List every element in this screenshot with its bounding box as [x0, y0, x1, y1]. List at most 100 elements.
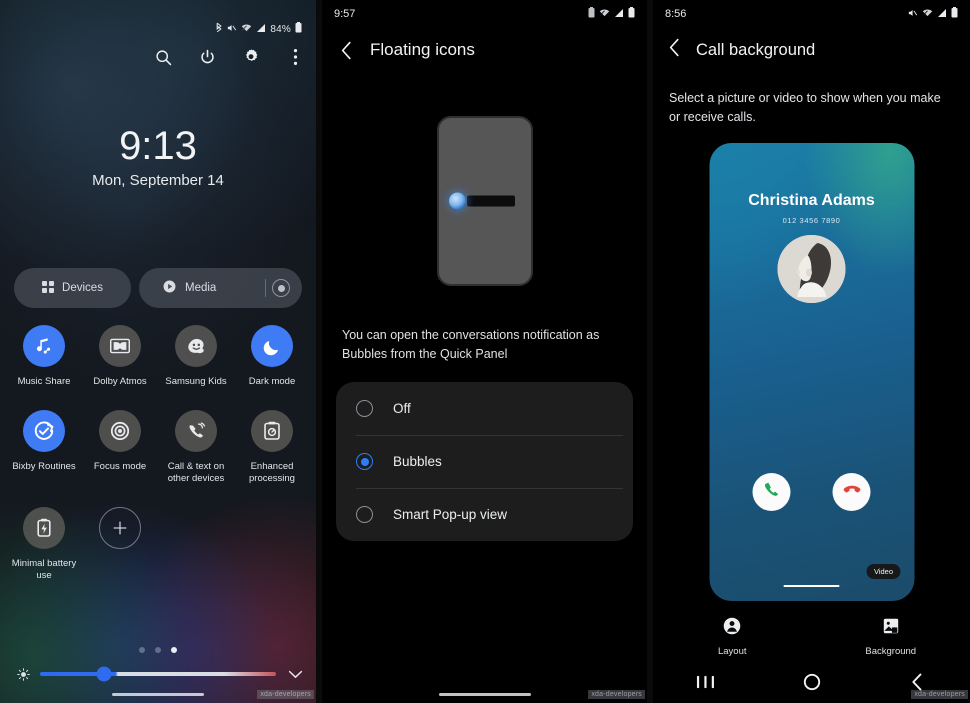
settings-icon[interactable] — [240, 46, 262, 68]
description-text: You can open the conversations notificat… — [342, 328, 600, 361]
app-bar: Floating icons — [322, 34, 647, 66]
recents-button[interactable] — [653, 674, 759, 690]
back-arrow-icon[interactable] — [338, 40, 354, 60]
call-action-buttons — [709, 473, 914, 511]
devices-pill[interactable]: Devices — [14, 268, 131, 308]
tile-music-share[interactable]: Music Share — [6, 325, 82, 388]
cast-icon[interactable] — [272, 279, 290, 297]
status-bar: 9:57 — [322, 0, 647, 28]
tile-dolby-atmos[interactable]: Dolby Atmos — [82, 325, 158, 388]
video-badge[interactable]: Video — [866, 564, 900, 579]
gesture-home-bar[interactable] — [112, 692, 204, 696]
tile-label: Bixby Routines — [12, 461, 76, 472]
media-pill[interactable]: Media — [139, 268, 302, 308]
options-card: Off Bubbles Smart Pop-up view — [336, 382, 633, 541]
tool-background[interactable]: Background — [812, 617, 970, 657]
pill-divider — [265, 279, 266, 297]
accept-call-icon — [762, 480, 781, 504]
tile-add[interactable] — [82, 507, 158, 582]
contact-avatar — [777, 235, 846, 303]
quick-panel-screen: 84% 9:13 Mon, September 14 Devices Media… — [0, 0, 316, 703]
option-label: Off — [393, 401, 411, 416]
tile-label: Dolby Atmos — [93, 376, 147, 387]
brightness-slider[interactable] — [40, 666, 276, 682]
power-icon[interactable] — [196, 46, 218, 68]
tile-minimal-battery-use[interactable]: Minimal battery use — [6, 507, 82, 582]
preview-home-bar — [783, 584, 840, 587]
back-nav-button[interactable] — [864, 673, 970, 691]
page-dot[interactable] — [139, 647, 145, 653]
page-dot-active[interactable] — [171, 647, 177, 653]
contact-number: 012 3456 7890 — [782, 216, 841, 225]
bluetooth-icon — [215, 22, 223, 36]
status-bar: 84% — [215, 22, 302, 36]
page-dot[interactable] — [155, 647, 161, 653]
tile-dark-mode[interactable]: Dark mode — [234, 325, 310, 388]
option-label: Smart Pop-up view — [393, 507, 508, 522]
date-label: Mon, September 14 — [92, 172, 224, 189]
status-icons — [588, 5, 635, 23]
tool-label: Layout — [717, 646, 747, 657]
wifi-icon — [241, 23, 252, 36]
tile-empty-b — [234, 507, 310, 582]
minimal-battery-icon — [23, 507, 65, 549]
home-button[interactable] — [759, 673, 865, 691]
search-icon[interactable] — [152, 46, 174, 68]
tile-focus-mode[interactable]: Focus mode — [82, 410, 158, 485]
devices-pill-label: Devices — [62, 282, 103, 294]
media-pill-label: Media — [185, 282, 217, 294]
call-background-screen: 8:56 Call background Select a picture or… — [653, 0, 970, 703]
enhanced-processing-icon — [251, 410, 293, 452]
battery-saver-icon — [588, 5, 595, 23]
tile-label: Focus mode — [93, 461, 147, 472]
devices-grid-icon — [42, 280, 55, 296]
moon-icon — [251, 325, 293, 367]
watermark: xda-developers — [588, 690, 645, 699]
accept-call-button[interactable] — [752, 473, 791, 511]
tile-call-text-other-devices[interactable]: Call & text on other devices — [158, 410, 234, 485]
brightness-icon — [16, 667, 30, 681]
description-text: Select a picture or video to show when y… — [669, 91, 941, 124]
battery-icon — [295, 22, 302, 36]
tile-enhanced-processing[interactable]: Enhanced processing — [234, 410, 310, 485]
wifi-icon — [599, 5, 610, 23]
option-off[interactable]: Off — [336, 382, 633, 435]
tile-row-2: Bixby Routines Focus mode Call & text on… — [6, 410, 310, 485]
tile-row-1: Music Share Dolby Atmos Samsung Kids Dar… — [6, 325, 310, 388]
more-icon[interactable] — [284, 46, 306, 68]
option-label: Bubbles — [393, 454, 442, 469]
tile-label: Minimal battery use — [11, 558, 77, 581]
decline-call-button[interactable] — [832, 473, 871, 511]
decline-call-icon — [842, 480, 861, 504]
tile-samsung-kids[interactable]: Samsung Kids — [158, 325, 234, 388]
status-bar: 8:56 — [653, 0, 970, 28]
tile-label: Dark mode — [248, 376, 296, 387]
radio-button[interactable] — [356, 400, 373, 417]
clock: 9:13 — [119, 124, 197, 168]
chevron-down-icon[interactable] — [286, 670, 304, 679]
radio-button-selected[interactable] — [356, 453, 373, 470]
option-smart-popup-view[interactable]: Smart Pop-up view — [336, 488, 633, 541]
call-background-preview[interactable]: Christina Adams 012 3456 7890 Video — [709, 143, 914, 601]
radio-button[interactable] — [356, 506, 373, 523]
brightness-knob[interactable] — [96, 666, 112, 682]
tile-label: Enhanced processing — [249, 461, 295, 484]
contact-name: Christina Adams — [748, 192, 875, 209]
signal-icon — [614, 5, 624, 23]
tile-label: Music Share — [17, 376, 71, 387]
tool-layout[interactable]: Layout — [653, 617, 812, 657]
option-bubbles[interactable]: Bubbles — [336, 435, 633, 488]
tile-label: Call & text on other devices — [167, 461, 225, 484]
quick-panel-pills: Devices Media — [14, 268, 302, 308]
dolby-atmos-icon — [99, 325, 141, 367]
status-icons — [908, 5, 958, 23]
gesture-home-bar[interactable] — [438, 692, 531, 696]
back-arrow-icon[interactable] — [669, 38, 680, 62]
add-tile-icon — [99, 507, 141, 549]
music-share-icon — [23, 325, 65, 367]
page-title: Call background — [696, 40, 816, 59]
bixby-routines-icon — [23, 410, 65, 452]
tile-bixby-routines[interactable]: Bixby Routines — [6, 410, 82, 485]
tile-row-3: Minimal battery use — [6, 507, 310, 582]
battery-icon — [628, 5, 635, 23]
